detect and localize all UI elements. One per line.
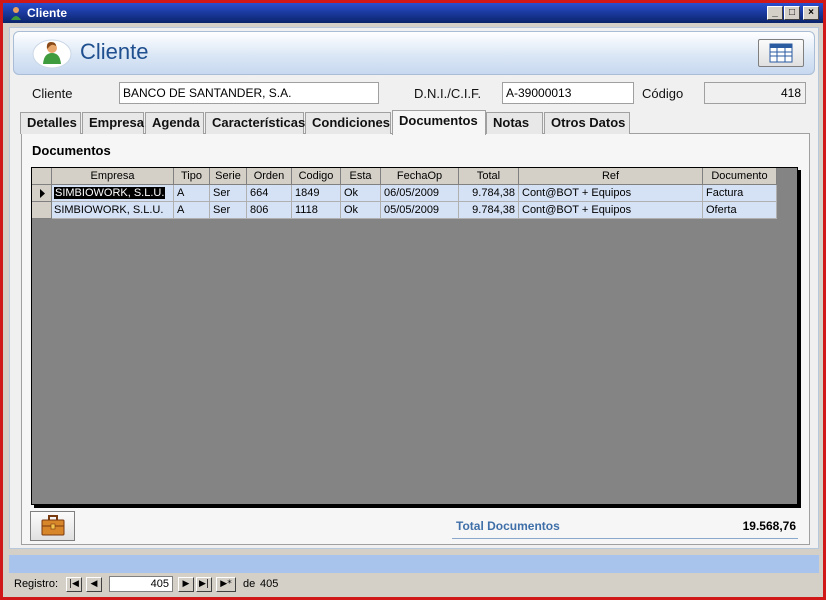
tab-detalles[interactable]: Detalles — [20, 112, 81, 134]
table-cell[interactable]: 1849 — [292, 185, 341, 202]
row-selector[interactable] — [32, 202, 52, 219]
tab-otros-datos[interactable]: Otros Datos — [544, 112, 630, 134]
col-ref[interactable]: Ref — [519, 168, 703, 185]
table-cell[interactable]: 9.784,38 — [459, 185, 519, 202]
record-total: 405 — [260, 578, 279, 590]
col-total[interactable]: Total — [459, 168, 519, 185]
table-cell[interactable]: Factura — [703, 185, 777, 202]
row-selector-header — [32, 168, 52, 185]
documents-grid[interactable]: Empresa Tipo Serie Orden Codigo Esta Fec… — [31, 167, 798, 505]
col-documento[interactable]: Documento — [703, 168, 777, 185]
tab-empresa[interactable]: Empresa — [82, 112, 144, 134]
col-fechaop[interactable]: FechaOp — [381, 168, 459, 185]
last-record-button[interactable]: ▶| — [196, 577, 212, 592]
col-codigo[interactable]: Codigo — [292, 168, 341, 185]
table-cell[interactable]: 664 — [247, 185, 292, 202]
de-label: de — [243, 578, 256, 590]
record-number-input[interactable]: 405 — [109, 576, 173, 592]
total-documentos-label: Total Documentos — [456, 519, 560, 533]
minimize-button[interactable]: _ — [767, 6, 783, 20]
table-cell[interactable]: 806 — [247, 202, 292, 219]
app-icon — [9, 6, 23, 20]
window-title: Cliente — [27, 6, 68, 20]
tab-condiciones[interactable]: Condiciones — [305, 112, 391, 134]
tab-caracteristicas[interactable]: Características — [205, 112, 305, 134]
close-button[interactable]: × — [803, 6, 819, 20]
table-cell[interactable]: A — [174, 185, 210, 202]
previous-record-button[interactable]: ◀ — [86, 577, 102, 592]
table-cell[interactable]: SIMBIOWORK, S.L.U. — [52, 202, 174, 219]
table-cell[interactable]: 1118 — [292, 202, 341, 219]
table-cell[interactable]: SIMBIOWORK, S.L.U. — [52, 185, 174, 202]
table-cell[interactable]: 05/05/2009 — [381, 202, 459, 219]
tab-notas[interactable]: Notas — [486, 112, 543, 134]
col-esta[interactable]: Esta — [341, 168, 381, 185]
row-selector-current[interactable] — [32, 185, 52, 202]
table-cell[interactable]: Cont@BOT + Equipos — [519, 185, 703, 202]
dni-label: D.N.I./C.I.F. — [414, 86, 482, 101]
briefcase-icon — [40, 515, 66, 540]
section-title: Documentos — [32, 143, 111, 158]
codigo-field: 418 — [704, 82, 806, 104]
table-cell[interactable]: Cont@BOT + Equipos — [519, 202, 703, 219]
table-cell[interactable]: Ok — [341, 185, 381, 202]
totals-divider — [452, 538, 798, 539]
col-empresa[interactable]: Empresa — [52, 168, 174, 185]
first-record-button[interactable]: |◀ — [66, 577, 82, 592]
col-tipo[interactable]: Tipo — [174, 168, 210, 185]
client-user-icon — [32, 37, 72, 69]
total-documentos-value: 19.568,76 — [742, 519, 796, 533]
form-footer-bar — [9, 555, 819, 573]
dni-input[interactable]: A-39000013 — [502, 82, 634, 104]
tab-agenda[interactable]: Agenda — [145, 112, 204, 134]
table-cell[interactable]: Ser — [210, 202, 247, 219]
table-cell[interactable]: Oferta — [703, 202, 777, 219]
table-cell[interactable]: 9.784,38 — [459, 202, 519, 219]
col-serie[interactable]: Serie — [210, 168, 247, 185]
table-cell[interactable]: Ok — [341, 202, 381, 219]
tab-documentos[interactable]: Documentos — [392, 110, 486, 135]
codigo-label: Código — [642, 86, 684, 101]
page-title: Cliente — [80, 39, 149, 64]
registro-label: Registro: — [14, 578, 59, 590]
col-orden[interactable]: Orden — [247, 168, 292, 185]
cliente-label: Cliente — [32, 86, 73, 101]
record-navigation-bar: Registro: |◀ ◀ 405 ▶ ▶| ▶* de 405 — [3, 574, 823, 597]
title-bar: Cliente _ □ × — [3, 3, 823, 23]
new-record-button[interactable]: ▶* — [216, 577, 236, 592]
next-record-button[interactable]: ▶ — [178, 577, 194, 592]
list-view-button[interactable] — [758, 39, 804, 67]
maximize-button[interactable]: □ — [784, 6, 800, 20]
form-header: Cliente — [13, 31, 815, 75]
table-cell[interactable]: Ser — [210, 185, 247, 202]
cliente-input[interactable]: BANCO DE SANTANDER, S.A. — [119, 82, 379, 104]
table-cell[interactable]: A — [174, 202, 210, 219]
briefcase-button[interactable] — [30, 511, 75, 541]
table-cell[interactable]: 06/05/2009 — [381, 185, 459, 202]
